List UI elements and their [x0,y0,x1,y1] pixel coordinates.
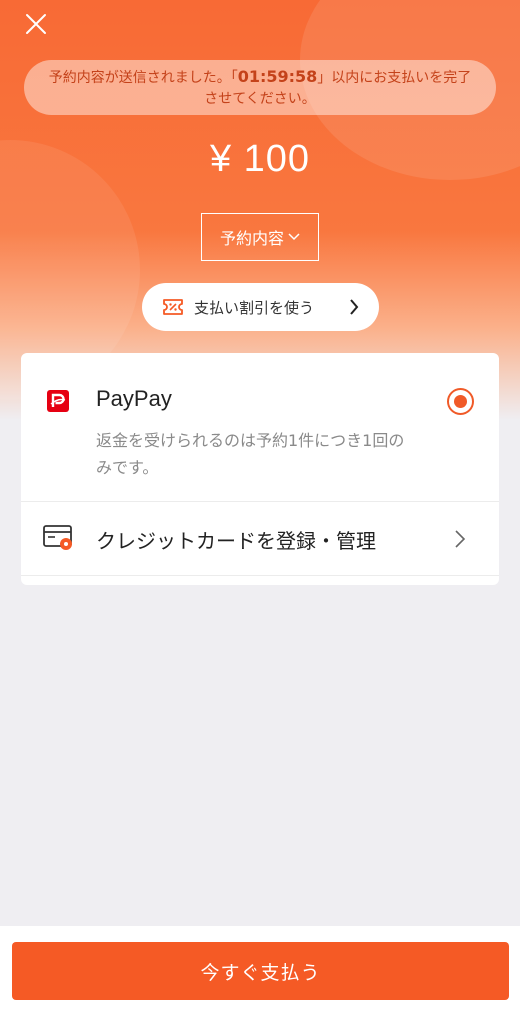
reservation-details-button[interactable]: 予約内容 [201,213,319,261]
notice-prefix: 予約内容が送信されました。「 [48,70,238,86]
reservation-details-label: 予約内容 [219,229,284,248]
selected-radio-button[interactable] [447,388,474,415]
paypay-logo-icon [47,390,69,412]
chevron-right-icon [455,530,466,548]
credit-card-manage-row[interactable]: クレジットカードを登録・管理 [21,502,499,576]
payment-methods-card: PayPay 返金を受けられるのは予約1件につき1回のみです。 クレジットカード… [21,353,499,585]
refund-note: 返金を受けられるのは予約1件につき1回のみです。 [96,431,405,477]
credit-card-label: クレジットカードを登録・管理 [96,529,376,553]
coupon-icon [163,299,183,315]
payment-method-paypay[interactable]: PayPay 返金を受けられるのは予約1件につき1回のみです。 [21,353,499,502]
chevron-right-icon [350,299,359,315]
payment-amount: ¥ 100 [209,138,311,180]
chevron-down-icon [288,233,300,241]
credit-card-icon [43,525,72,550]
countdown-timer: 01:59:58 [237,67,318,86]
payment-discount-label: 支払い割引を使う [194,298,315,317]
payment-deadline-notice: 予約内容が送信されました。「01:59:58」以内にお支払いを完了させてください… [24,60,496,115]
payment-discount-button[interactable]: 支払い割引を使う [142,283,379,331]
payment-page: 予約内容が送信されました。「01:59:58」以内にお支払いを完了させてください… [0,0,520,1024]
bottom-action-bar: 今すぐ支払う [0,926,520,1024]
pay-now-button[interactable]: 今すぐ支払う [12,942,509,1000]
payment-method-name: PayPay [96,386,172,411]
close-icon[interactable] [24,12,48,36]
